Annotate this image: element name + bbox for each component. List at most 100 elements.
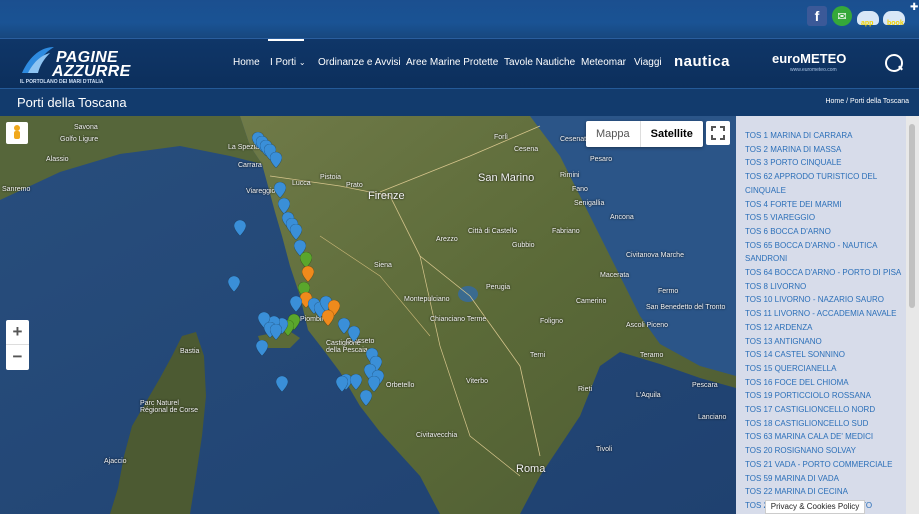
port-list-item[interactable]: TOS 3 PORTO CINQUALE bbox=[745, 156, 905, 170]
label-pesaro: Pesaro bbox=[590, 156, 613, 163]
label-san-benedetto: San Benedetto del Tronto bbox=[646, 304, 726, 311]
port-list-item[interactable]: TOS 6 BOCCA D'ARNO bbox=[745, 225, 905, 239]
fullscreen-icon[interactable] bbox=[706, 121, 730, 145]
port-list-item[interactable]: TOS 19 PORTICCIOLO ROSSANA bbox=[745, 389, 905, 403]
site-logo[interactable]: PAGINE AZZURRE IL PORTOLANO DEI MARI D'I… bbox=[16, 45, 130, 85]
eurometeo-url: www.eurometeo.com bbox=[790, 67, 837, 73]
breadcrumb[interactable]: Home / Porti della Toscana bbox=[825, 98, 909, 105]
map-pin-icon[interactable] bbox=[276, 376, 288, 392]
port-list-item[interactable]: TOS 22 MARINA DI CECINA bbox=[745, 485, 905, 499]
label-macerata: Macerata bbox=[600, 272, 630, 279]
nav-home[interactable]: Home bbox=[233, 57, 260, 68]
top-social-bar: f ✉ app book ✚ bbox=[0, 0, 919, 38]
nav-viaggi[interactable]: Viaggi bbox=[634, 57, 662, 68]
port-list-item[interactable]: TOS 13 ANTIGNANO bbox=[745, 335, 905, 349]
map-pin-icon[interactable] bbox=[270, 324, 282, 340]
port-list-item[interactable]: TOS 17 CASTIGLIONCELLO NORD bbox=[745, 403, 905, 417]
port-list-item[interactable]: TOS 18 CASTIGLIONCELLO SUD bbox=[745, 417, 905, 431]
port-list-item[interactable]: TOS 8 LIVORNO bbox=[745, 280, 905, 294]
map-pin-icon[interactable] bbox=[270, 152, 282, 168]
nav-porti[interactable]: I Porti ⌄ bbox=[270, 57, 306, 68]
nav-aree-marine[interactable]: Aree Marine Protette bbox=[406, 57, 498, 68]
port-list-item[interactable]: SANDRONI bbox=[745, 252, 905, 266]
map-pin-icon[interactable] bbox=[350, 374, 362, 390]
port-list-item[interactable]: TOS 65 BOCCA D'ARNO - NAUTICA bbox=[745, 239, 905, 253]
street-view-pegman-icon[interactable] bbox=[6, 122, 28, 144]
port-list-item[interactable]: TOS 62 APPRODO TURISTICO DEL bbox=[745, 170, 905, 184]
map-pin-icon[interactable] bbox=[360, 390, 372, 406]
search-icon[interactable] bbox=[885, 54, 903, 72]
map-pin-icon[interactable] bbox=[234, 220, 246, 236]
label-firenze: Firenze bbox=[368, 190, 405, 202]
label-chianciano: Chianciano Terme bbox=[430, 316, 487, 323]
nav-tavole[interactable]: Tavole Nautiche bbox=[504, 57, 575, 68]
cookie-policy-button[interactable]: Privacy & Cookies Policy bbox=[765, 500, 865, 514]
label-terni: Terni bbox=[530, 352, 546, 359]
port-list-item[interactable]: TOS 21 VADA - PORTO COMMERCIALE bbox=[745, 458, 905, 472]
map-pin-icon[interactable] bbox=[274, 182, 286, 198]
port-list-item[interactable]: CINQUALE bbox=[745, 184, 905, 198]
map-pin-icon[interactable] bbox=[302, 266, 314, 282]
label-civitanova: Civitanova Marche bbox=[626, 252, 684, 259]
page-title: Porti della Toscana bbox=[17, 95, 127, 110]
map-pin-icon[interactable] bbox=[322, 310, 334, 326]
map-type-control: Mappa Satellite bbox=[586, 121, 703, 147]
map-pin-icon[interactable] bbox=[290, 224, 302, 240]
page-root: f ✉ app book ✚ PAGINE AZZURRE IL PORTOLA… bbox=[0, 0, 919, 514]
port-list-item[interactable]: TOS 11 LIVORNO - ACCADEMIA NAVALE bbox=[745, 307, 905, 321]
label-viterbo: Viterbo bbox=[466, 378, 489, 385]
map-pin-icon[interactable] bbox=[290, 296, 302, 312]
port-list-item[interactable]: TOS 59 MARINA DI VADA bbox=[745, 472, 905, 486]
port-list-item[interactable]: TOS 14 CASTEL SONNINO bbox=[745, 348, 905, 362]
port-list-item[interactable]: TOS 20 ROSIGNANO SOLVAY bbox=[745, 444, 905, 458]
label-pescara: Pescara bbox=[692, 382, 718, 389]
newsletter-icon[interactable]: ✉ bbox=[832, 6, 852, 26]
label-savona: Savona bbox=[74, 124, 98, 131]
label-roma: Roma bbox=[516, 463, 546, 475]
port-list-item[interactable]: TOS 1 MARINA DI CARRARA bbox=[745, 129, 905, 143]
sidebar-scrollbar[interactable] bbox=[906, 116, 919, 514]
map-pin-icon[interactable] bbox=[228, 276, 240, 292]
map-pin-icon[interactable] bbox=[336, 376, 348, 392]
nautica-logo[interactable]: nautica bbox=[674, 53, 730, 70]
port-list-item[interactable]: TOS 15 QUERCIANELLA bbox=[745, 362, 905, 376]
port-list-item[interactable]: TOS 5 VIAREGGIO bbox=[745, 211, 905, 225]
app-label: app bbox=[861, 20, 874, 27]
book-cloud-icon[interactable]: book bbox=[883, 6, 905, 30]
label-lucca: Lucca bbox=[292, 180, 311, 187]
nav-porti-label: I Porti bbox=[270, 57, 297, 68]
port-list-item[interactable]: TOS 4 FORTE DEI MARMI bbox=[745, 198, 905, 212]
plus-icon[interactable]: ✚ bbox=[910, 2, 918, 13]
label-foligno: Foligno bbox=[540, 318, 563, 325]
eurometeo-logo[interactable]: euroMETEO bbox=[772, 51, 846, 66]
label-montepulciano: Montepulciano bbox=[404, 296, 450, 303]
port-list-item[interactable]: TOS 2 MARINA DI MASSA bbox=[745, 143, 905, 157]
facebook-icon[interactable]: f bbox=[807, 6, 827, 26]
zoom-in-button[interactable]: + bbox=[6, 320, 29, 345]
label-orbetello: Orbetello bbox=[386, 382, 415, 389]
label-ancona: Ancona bbox=[610, 214, 634, 221]
label-arezzo: Arezzo bbox=[436, 236, 458, 243]
port-list-item[interactable]: TOS 63 MARINA CALA DE' MEDICI bbox=[745, 430, 905, 444]
page-title-bar: Porti della Toscana Home / Porti della T… bbox=[0, 88, 919, 116]
app-cloud-icon[interactable]: app bbox=[857, 6, 879, 30]
port-list-item[interactable]: TOS 16 FOCE DEL CHIOMA bbox=[745, 376, 905, 390]
label-sanremo: Sanremo bbox=[2, 186, 31, 193]
nav-meteomar[interactable]: Meteomar bbox=[581, 57, 626, 68]
nav-ordinanze[interactable]: Ordinanze e Avvisi bbox=[318, 57, 401, 68]
map-terrain bbox=[0, 116, 736, 514]
label-lanciano: Lanciano bbox=[698, 414, 727, 421]
map-type-mappa-button[interactable]: Mappa bbox=[586, 121, 640, 147]
map-pin-icon[interactable] bbox=[256, 340, 268, 356]
port-list-item[interactable]: TOS 64 BOCCA D'ARNO - PORTO DI PISA bbox=[745, 266, 905, 280]
satellite-map[interactable]: San Marino Firenze La Spezia Viareggio L… bbox=[0, 116, 736, 514]
port-list-item[interactable]: TOS 12 ARDENZA bbox=[745, 321, 905, 335]
zoom-out-button[interactable]: − bbox=[6, 345, 29, 370]
label-parc-naturel: Parc Naturel Régional de Corse bbox=[140, 400, 198, 414]
map-type-satellite-button[interactable]: Satellite bbox=[639, 121, 703, 147]
scrollbar-thumb[interactable] bbox=[909, 124, 915, 308]
label-forli: Forlì bbox=[494, 134, 508, 141]
label-viareggio: Viareggio bbox=[246, 188, 276, 195]
map-pin-icon[interactable] bbox=[348, 326, 360, 342]
port-list-item[interactable]: TOS 10 LIVORNO - NAZARIO SAURO bbox=[745, 293, 905, 307]
